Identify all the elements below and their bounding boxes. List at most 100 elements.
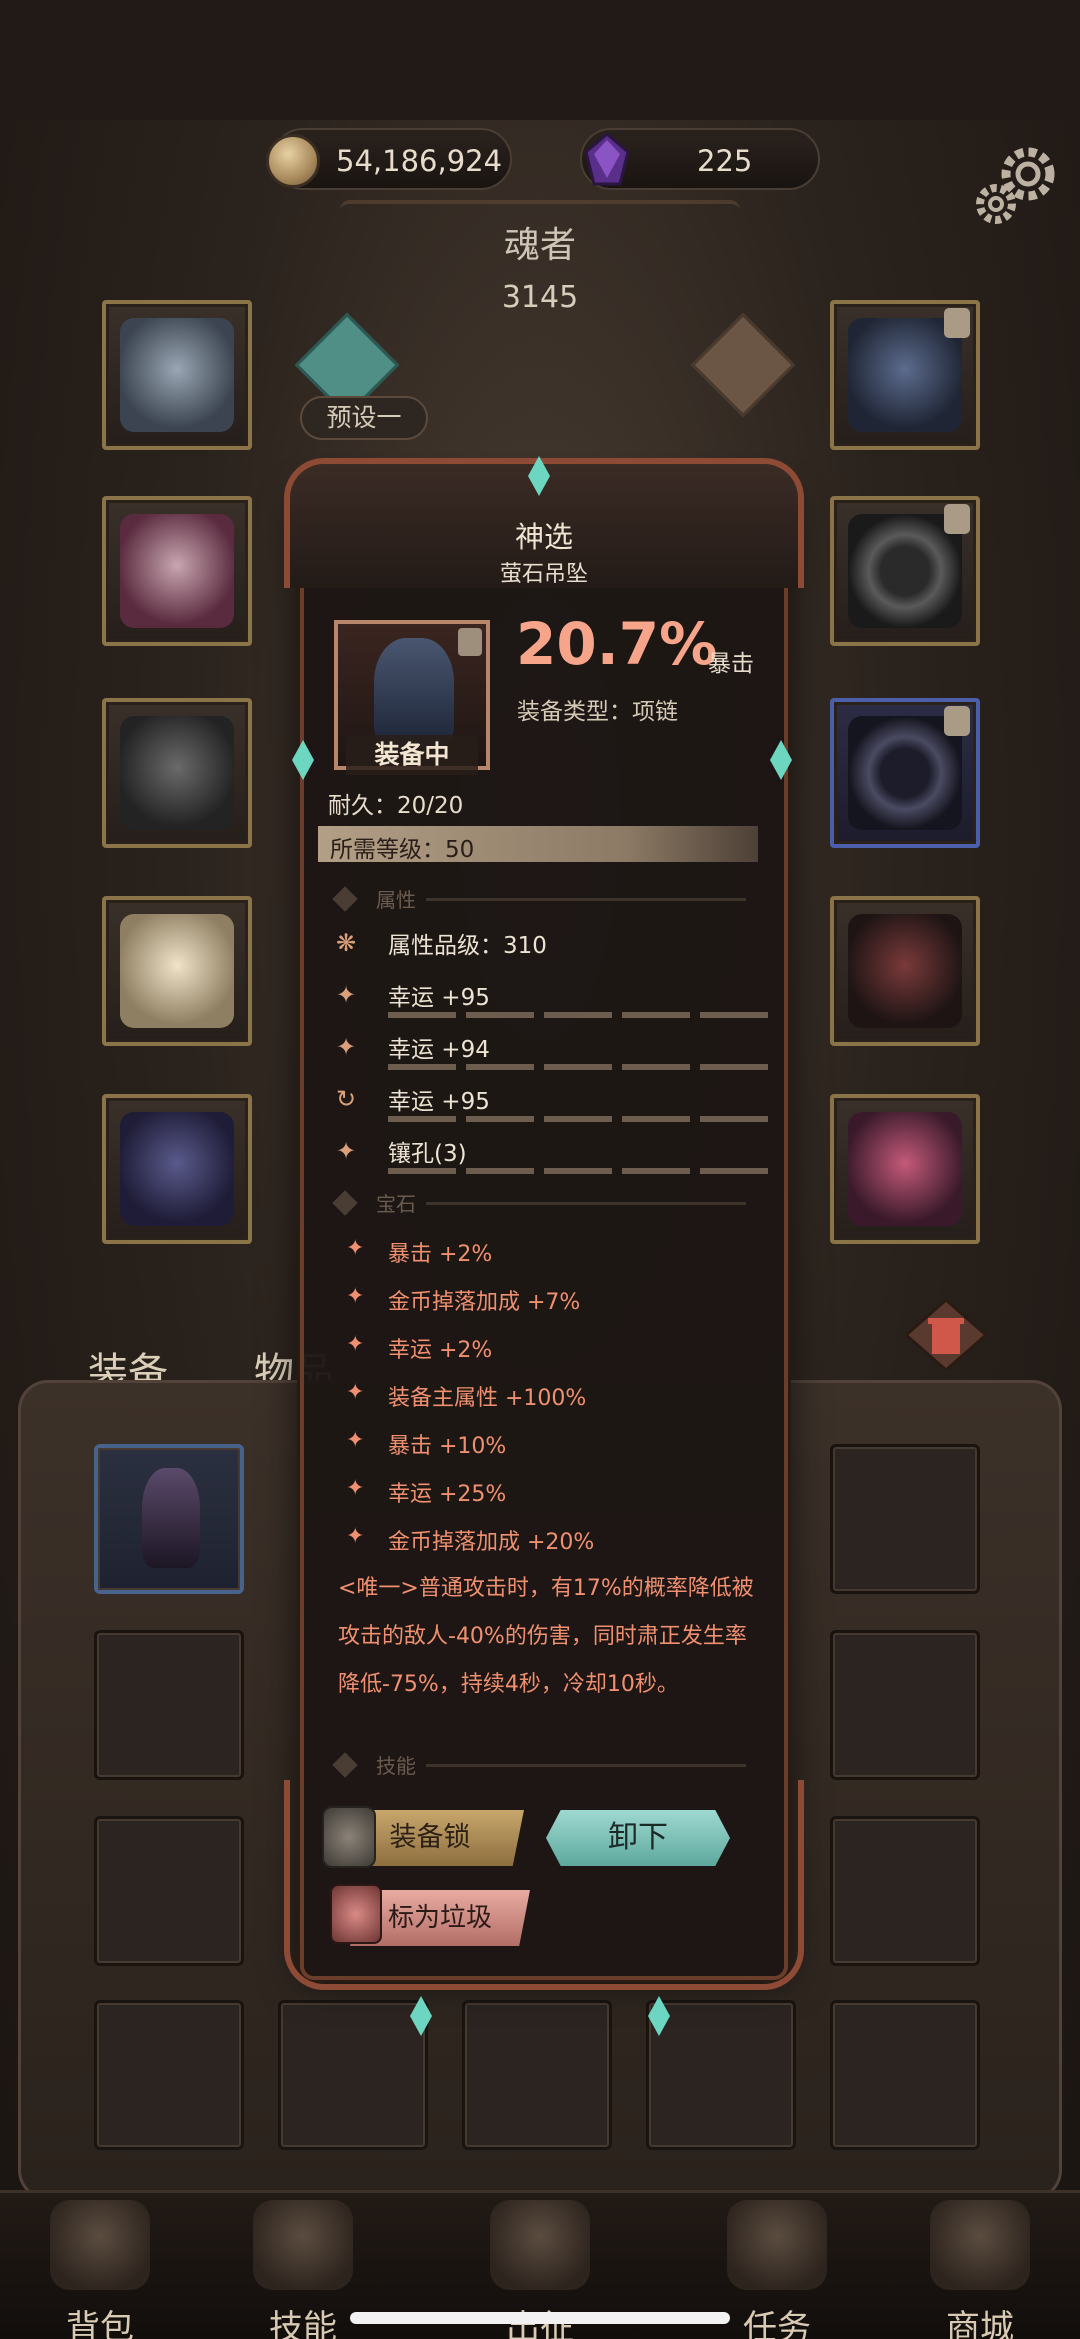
junk-bottle-icon — [330, 1884, 382, 1944]
bag-slot[interactable] — [830, 1816, 980, 1966]
required-level: 所需等级：50 — [330, 837, 475, 863]
nav-label: 背包 — [66, 2308, 134, 2339]
hero-name: 魂者 — [503, 225, 576, 266]
coin-amount: 54,186,924 — [336, 144, 503, 178]
bag-slot[interactable] — [646, 2000, 796, 2150]
sword-icon — [490, 2200, 590, 2290]
roll-bars — [388, 1116, 768, 1122]
gem-text: 金币掉落加成 +20% — [388, 1530, 595, 1555]
bag-slot[interactable] — [278, 2000, 428, 2150]
coin-icon — [266, 134, 320, 188]
slot-offhand[interactable] — [830, 1094, 980, 1244]
main-stat-name: 暴击 — [708, 651, 754, 677]
bag-slot[interactable] — [830, 2000, 980, 2150]
helmet-icon — [120, 318, 234, 432]
socket-icon: ✦ — [336, 1137, 357, 1165]
dress-armor-icon — [120, 514, 234, 628]
durability: 耐久：20/20 — [328, 793, 464, 819]
purple-gem-icon — [584, 132, 630, 186]
pendant-icon — [374, 638, 454, 748]
slot-necklace[interactable] — [830, 300, 980, 450]
home-indicator[interactable] — [350, 2312, 730, 2324]
section-label: 宝石 — [376, 1192, 416, 1216]
section-skills: 技能 — [332, 1750, 756, 1780]
attribute-row: ✦ 幸运 +95 — [336, 976, 768, 1018]
spiked-cape-icon — [120, 1112, 234, 1226]
gauntlet-icon — [120, 716, 234, 830]
item-name: 萤石吊坠 — [499, 562, 588, 587]
trash-icon[interactable] — [906, 1300, 986, 1370]
bag-slot[interactable] — [94, 1816, 244, 1966]
slot-gloves[interactable] — [102, 698, 252, 848]
gem-text: 幸运 +25% — [388, 1482, 507, 1507]
bag-slot[interactable] — [830, 1444, 980, 1594]
gem-text: 暴击 +10% — [388, 1434, 507, 1459]
section-attributes: 属性 — [332, 884, 756, 914]
slot-weapon[interactable] — [830, 896, 980, 1046]
slot-boots[interactable] — [102, 896, 252, 1046]
gem-star-icon: ✦ — [346, 1380, 365, 1405]
nav-shop[interactable]: 商城 — [895, 2200, 1065, 2339]
preset-button[interactable]: 预设一 — [300, 396, 428, 440]
roll-bars — [388, 1168, 768, 1174]
reroll-icon: ↻ — [336, 1085, 357, 1113]
attribute-text: 幸运 +94 — [388, 1037, 490, 1063]
scythe-icon — [848, 914, 962, 1028]
quality-icon: ❋ — [336, 929, 357, 957]
slot-ring-1[interactable] — [830, 496, 980, 646]
coin-counter: 54,186,924 — [266, 128, 512, 190]
attribute-row: ❋ 属性品级：310 — [336, 924, 756, 964]
pendant-icon — [142, 1468, 200, 1568]
nav-backpack[interactable]: 背包 — [15, 2200, 185, 2339]
padlock-icon — [322, 1806, 376, 1868]
bag-slot[interactable] — [94, 2000, 244, 2150]
lock-icon — [458, 628, 482, 656]
attribute-row: ↻ 幸运 +95 — [336, 1080, 768, 1122]
section-label: 技能 — [376, 1754, 416, 1778]
luck-icon: ✦ — [336, 1033, 357, 1061]
gem-star-icon: ✦ — [346, 1236, 365, 1261]
diamond-icon — [332, 1752, 358, 1778]
divider — [426, 898, 746, 901]
gem-counter: 225 — [580, 128, 820, 190]
section-gems: 宝石 — [332, 1188, 756, 1218]
attribute-row: ✦ 幸运 +94 — [336, 1028, 768, 1070]
divider — [426, 1202, 746, 1205]
unequip-button[interactable]: 卸下 — [546, 1810, 730, 1866]
equipped-tag: 装备中 — [346, 735, 478, 775]
unique-effect-text: <唯一>普通攻击时，有17%的概率降低被攻击的敌人-40%的伤害，同时肃正发生率… — [338, 1576, 754, 1697]
shop-crown-icon — [930, 2200, 1030, 2290]
status-strip — [0, 0, 1080, 120]
bag-slot-pendant[interactable] — [94, 1444, 244, 1594]
boots-icon — [120, 914, 234, 1028]
lock-icon — [944, 706, 970, 736]
attribute-text: 幸运 +95 — [388, 985, 490, 1011]
bag-slot[interactable] — [462, 2000, 612, 2150]
divider — [426, 1764, 746, 1767]
gem-text: 暴击 +2% — [388, 1242, 493, 1267]
backpack-icon — [50, 2200, 150, 2290]
equipment-type: 装备类型：项链 — [517, 699, 678, 725]
lock-icon — [944, 504, 970, 534]
gem-star-icon: ✦ — [346, 1284, 365, 1309]
lock-icon — [944, 308, 970, 338]
slot-cape[interactable] — [102, 1094, 252, 1244]
slot-armor[interactable] — [102, 496, 252, 646]
gem-text: 幸运 +2% — [388, 1338, 493, 1363]
required-level-bar: 所需等级：50 — [318, 826, 758, 863]
gem-star-icon: ✦ — [346, 1428, 365, 1453]
skill-book-icon — [253, 2200, 353, 2290]
gem-star-icon: ✦ — [346, 1476, 365, 1501]
gem-star-icon: ✦ — [346, 1524, 365, 1549]
gem-star-icon: ✦ — [346, 1332, 365, 1357]
slot-ring-2[interactable] — [830, 698, 980, 848]
rose-relic-icon — [848, 1112, 962, 1226]
diamond-icon — [332, 1190, 358, 1216]
attribute-text: 镶孔(3) — [388, 1141, 467, 1167]
diamond-icon — [332, 886, 358, 912]
quest-scroll-icon — [727, 2200, 827, 2290]
bag-slot[interactable] — [94, 1630, 244, 1780]
bag-slot[interactable] — [830, 1630, 980, 1780]
slot-helmet[interactable] — [102, 300, 252, 450]
roll-bars — [388, 1012, 768, 1018]
